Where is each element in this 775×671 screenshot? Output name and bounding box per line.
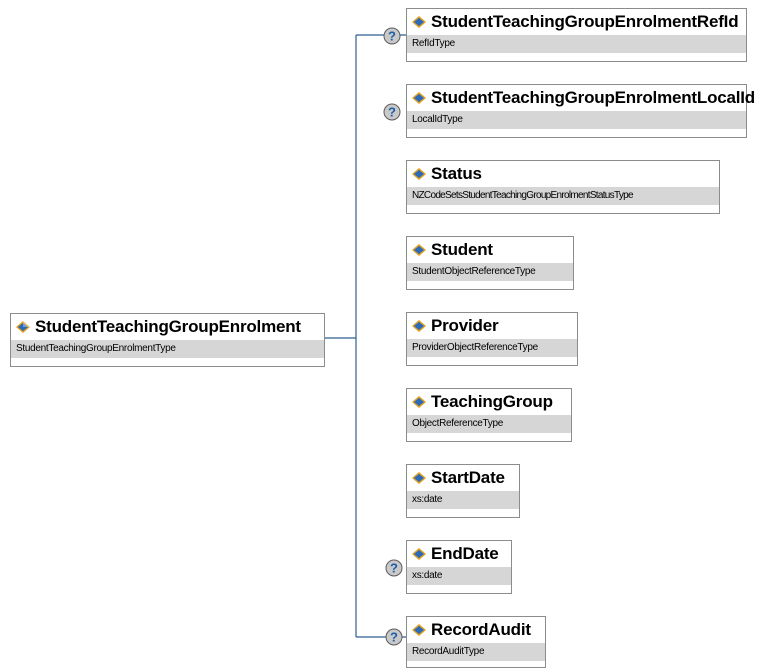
root-element-name: StudentTeachingGroupEnrolment: [35, 317, 301, 336]
child-element-header: TeachingGroup: [407, 389, 571, 415]
child-element-header: Provider: [407, 313, 577, 339]
optional-marker-icon: ?: [385, 559, 403, 577]
child-element-localid[interactable]: StudentTeachingGroupEnrolmentLocalId Loc…: [406, 84, 755, 138]
optional-marker-icon: ?: [383, 103, 401, 121]
svg-text:?: ?: [390, 561, 398, 576]
child-element-name: StudentTeachingGroupEnrolmentLocalId: [431, 88, 755, 107]
child-element-header: StudentTeachingGroupEnrolmentRefId: [407, 9, 746, 35]
element-icon: [412, 320, 426, 332]
child-element-header: RecordAudit: [407, 617, 545, 643]
child-element-name: EndDate: [431, 544, 499, 563]
child-element-header: StartDate: [407, 465, 519, 491]
child-element-name: TeachingGroup: [431, 392, 553, 411]
child-element-name: StartDate: [431, 468, 505, 487]
element-icon: [412, 472, 426, 484]
child-element-type: RecordAuditType: [407, 643, 545, 661]
child-element-header: EndDate: [407, 541, 511, 567]
child-element-name: Student: [431, 240, 493, 259]
svg-text:?: ?: [388, 29, 396, 44]
child-element-header: Student: [407, 237, 573, 263]
child-element-name: Provider: [431, 316, 499, 335]
child-element-type: RefIdType: [407, 35, 746, 53]
child-element-enddate[interactable]: EndDate xs:date: [406, 540, 512, 594]
element-icon: [412, 244, 426, 256]
child-element-type: ProviderObjectReferenceType: [407, 339, 577, 357]
optional-marker-icon: ?: [385, 628, 403, 646]
element-icon: [412, 548, 426, 560]
schema-diagram: StudentTeachingGroupEnrolment StudentTea…: [0, 0, 775, 671]
child-element-startdate[interactable]: StartDate xs:date: [406, 464, 520, 518]
svg-text:?: ?: [390, 630, 398, 645]
element-icon: [16, 321, 30, 333]
child-element-provider[interactable]: Provider ProviderObjectReferenceType: [406, 312, 578, 366]
child-element-type: ObjectReferenceType: [407, 415, 571, 433]
svg-text:?: ?: [388, 105, 396, 120]
root-element-header: StudentTeachingGroupEnrolment: [11, 314, 324, 340]
child-element-status[interactable]: Status NZCodeSetsStudentTeachingGroupEnr…: [406, 160, 720, 214]
child-element-header: Status: [407, 161, 719, 187]
element-icon: [412, 16, 426, 28]
element-icon: [412, 624, 426, 636]
child-element-type: xs:date: [407, 491, 519, 509]
child-element-teachinggroup[interactable]: TeachingGroup ObjectReferenceType: [406, 388, 572, 442]
child-element-recordaudit[interactable]: RecordAudit RecordAuditType: [406, 616, 546, 668]
child-element-type: LocalIdType: [407, 111, 746, 129]
child-element-type: xs:date: [407, 567, 511, 585]
child-element-student[interactable]: Student StudentObjectReferenceType: [406, 236, 574, 290]
child-element-name: StudentTeachingGroupEnrolmentRefId: [431, 12, 739, 31]
child-element-header: StudentTeachingGroupEnrolmentLocalId: [407, 85, 755, 111]
root-element-type: StudentTeachingGroupEnrolmentType: [11, 340, 324, 358]
child-element-refid[interactable]: StudentTeachingGroupEnrolmentRefId RefId…: [406, 8, 747, 62]
root-element[interactable]: StudentTeachingGroupEnrolment StudentTea…: [10, 313, 325, 367]
element-icon: [412, 168, 426, 180]
child-element-name: Status: [431, 164, 482, 183]
optional-marker-icon: ?: [383, 27, 401, 45]
child-element-name: RecordAudit: [431, 620, 531, 639]
child-element-type: StudentObjectReferenceType: [407, 263, 573, 281]
child-element-type: NZCodeSetsStudentTeachingGroupEnrolmentS…: [407, 187, 719, 205]
element-icon: [412, 396, 426, 408]
element-icon: [412, 92, 426, 104]
